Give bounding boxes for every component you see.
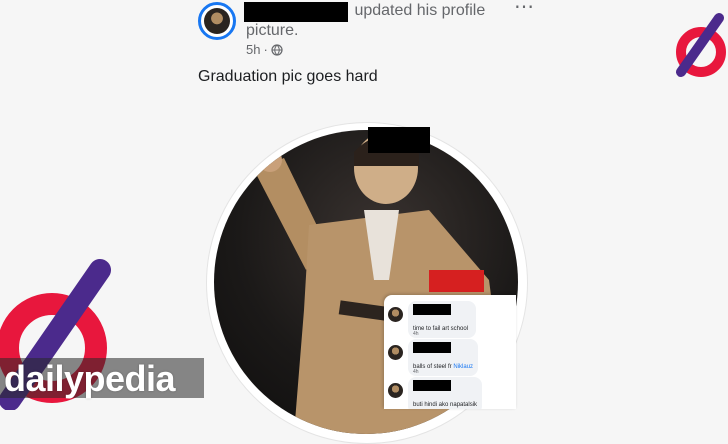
comments-screenshot: time to fail art school 4h balls of stee…	[384, 295, 516, 409]
commenter-avatar	[388, 307, 403, 322]
post-meta: 5h ·	[246, 42, 283, 57]
globe-icon[interactable]	[271, 43, 283, 56]
comment-text: balls of steel fr Niklauz	[413, 364, 474, 370]
author-avatar[interactable]	[198, 2, 236, 40]
redacted-author-name	[244, 2, 348, 22]
commenter-avatar	[388, 345, 403, 360]
comment-bubble: buti hindi ako napatalsik	[408, 377, 483, 409]
post-caption: Graduation pic goes hard	[198, 68, 378, 85]
comment-time: 4h	[413, 331, 419, 337]
comment-mention-link[interactable]: Niklauz	[453, 364, 473, 370]
comment-text: buti hindi ako napatalsik	[413, 402, 478, 408]
comment-time: 4h	[413, 369, 419, 375]
commenter-avatar	[388, 383, 403, 398]
redacted-face	[368, 127, 430, 153]
comment-text: time to fail art school	[413, 326, 469, 332]
meta-separator: ·	[263, 42, 268, 57]
post-timestamp[interactable]: 5h	[246, 42, 260, 57]
redacted-commenter-name	[413, 304, 451, 315]
more-options-icon[interactable]: ⋯	[514, 0, 535, 17]
dailypedia-logo-mark-small	[676, 13, 726, 77]
redacted-commenter-name	[413, 342, 451, 353]
watermark-brand-text: dailypedia	[4, 358, 176, 399]
redacted-commenter-name	[413, 380, 451, 391]
